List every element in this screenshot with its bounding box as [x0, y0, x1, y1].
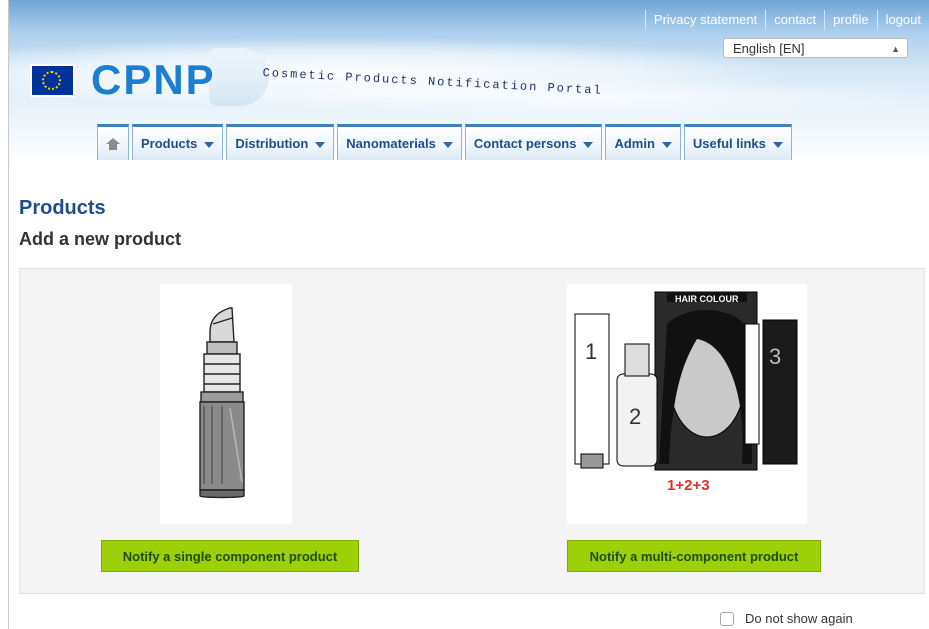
main-nav: Products Distribution Nanomaterials Cont… — [97, 124, 792, 160]
language-select-value: English [EN] — [733, 41, 805, 56]
nav-contact-persons[interactable]: Contact persons — [464, 124, 603, 160]
chevron-down-icon — [661, 142, 672, 148]
dont-show-again-label: Do not show again — [745, 611, 853, 626]
tube-1-label: 1 — [585, 339, 597, 364]
tube-3-label: 3 — [769, 344, 781, 369]
nav-products[interactable]: Products — [132, 124, 224, 160]
language-select[interactable]: English [EN] ▲ — [723, 38, 908, 58]
chevron-down-icon — [772, 142, 783, 148]
nav-contact-persons-label: Contact persons — [473, 136, 577, 151]
logout-link[interactable]: logout — [876, 10, 929, 30]
nav-distribution-label: Distribution — [235, 136, 309, 151]
hair-colour-kit-sketch-icon: HAIR COLOUR 1 2 3 1+2+3 — [574, 291, 798, 494]
nav-nanomaterials-label: Nanomaterials — [346, 136, 436, 151]
page-subtitle: Add a new product — [19, 229, 181, 249]
notify-multi-component-button[interactable]: Notify a multi-component product — [567, 540, 821, 572]
top-links-bar: Privacy statement contact profile logout — [644, 9, 929, 31]
nav-products-label: Products — [141, 136, 198, 151]
notify-single-component-button[interactable]: Notify a single component product — [101, 540, 359, 572]
chevron-down-icon — [442, 142, 453, 148]
dont-show-again-checkbox[interactable] — [720, 611, 734, 626]
profile-link[interactable]: profile — [824, 10, 876, 30]
select-arrows-icon: ▲ — [891, 44, 900, 54]
nav-admin-label: Admin — [614, 136, 655, 151]
home-icon — [106, 137, 120, 150]
dont-show-again-row: Do not show again — [720, 611, 853, 626]
nav-useful-links[interactable]: Useful links — [683, 124, 792, 160]
banner-bottle-shape — [209, 48, 269, 106]
bottle-2-label: 2 — [629, 404, 641, 429]
cpnp-logo[interactable]: CPNP — [91, 56, 216, 104]
eu-flag-logo — [30, 64, 75, 97]
page-title: Products — [19, 197, 106, 219]
product-type-panel: HAIR COLOUR 1 2 3 1+2+3 Notify a single … — [19, 268, 925, 594]
contact-link[interactable]: contact — [765, 10, 824, 30]
lipstick-image — [160, 284, 292, 524]
lipstick-sketch-icon — [199, 307, 245, 499]
nav-home[interactable] — [97, 124, 129, 160]
hair-colour-kit-image: HAIR COLOUR 1 2 3 1+2+3 — [567, 284, 807, 524]
nav-nanomaterials[interactable]: Nanomaterials — [337, 124, 462, 160]
chevron-down-icon — [204, 142, 215, 148]
kit-caption: 1+2+3 — [667, 477, 710, 494]
eu-stars-icon — [42, 71, 61, 90]
nav-useful-links-label: Useful links — [692, 136, 766, 151]
privacy-statement-link[interactable]: Privacy statement — [644, 10, 765, 30]
chevron-down-icon — [583, 142, 594, 148]
hair-colour-kit-label: HAIR COLOUR — [675, 294, 739, 304]
nav-admin[interactable]: Admin — [605, 124, 681, 160]
chevron-down-icon — [315, 142, 326, 148]
nav-distribution[interactable]: Distribution — [226, 124, 335, 160]
